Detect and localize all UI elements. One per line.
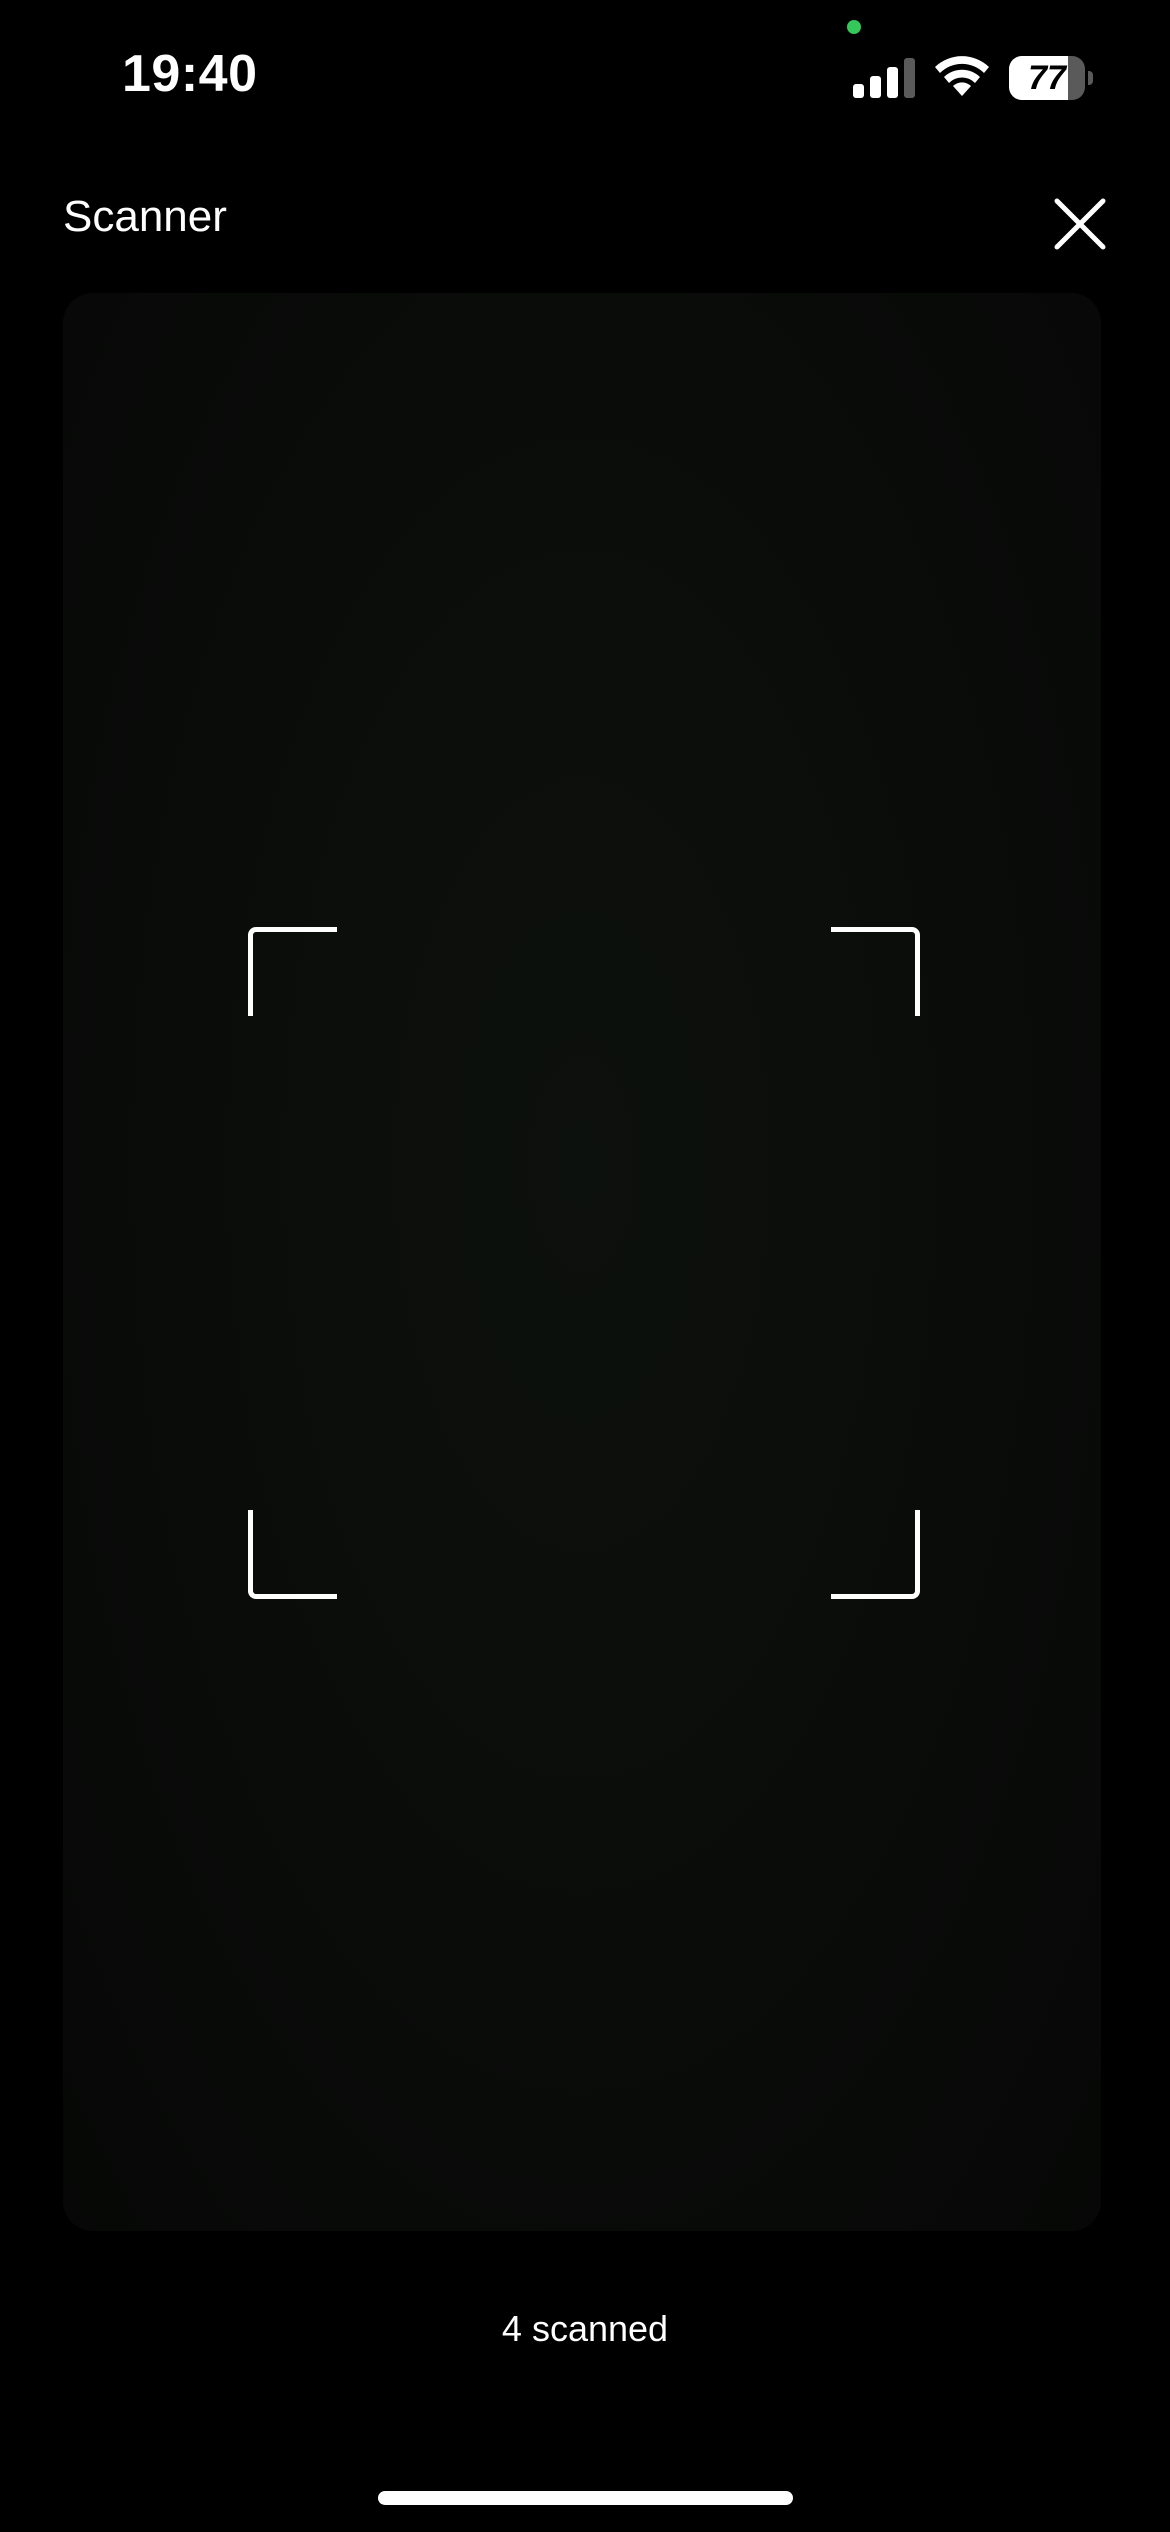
battery-level: 77 bbox=[1028, 59, 1066, 97]
battery-cap bbox=[1088, 71, 1093, 85]
battery-body: 77 bbox=[1009, 56, 1085, 100]
scan-frame-corner-bottom-left bbox=[248, 1510, 337, 1599]
camera-in-use-indicator bbox=[847, 20, 861, 34]
page-title: Scanner bbox=[63, 192, 227, 241]
scan-frame-corner-top-left bbox=[248, 927, 337, 1016]
home-indicator[interactable] bbox=[378, 2491, 793, 2505]
wifi-icon bbox=[935, 56, 989, 96]
camera-viewport[interactable] bbox=[63, 293, 1101, 2231]
close-button[interactable] bbox=[1040, 184, 1120, 264]
scan-frame-corner-bottom-right bbox=[831, 1510, 920, 1599]
battery-icon: 77 bbox=[1009, 56, 1093, 100]
status-bar: 19:40 77 bbox=[0, 0, 1170, 150]
scan-frame bbox=[248, 927, 920, 1599]
header: Scanner bbox=[0, 170, 1170, 270]
scan-frame-corner-top-right bbox=[831, 927, 920, 1016]
scan-count-label: 4 scanned bbox=[501, 2308, 669, 2349]
signal-icon bbox=[853, 58, 915, 98]
close-icon bbox=[1054, 198, 1106, 250]
status-time: 19:40 bbox=[122, 45, 258, 103]
